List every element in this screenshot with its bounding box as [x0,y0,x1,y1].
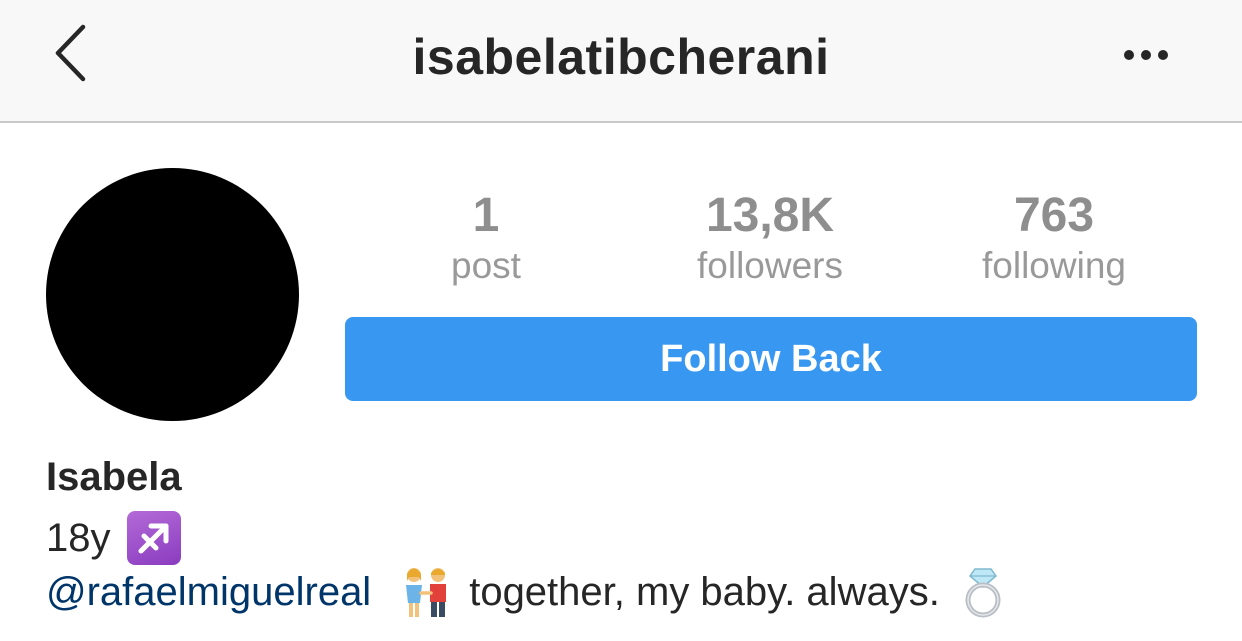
posts-label: post [451,245,521,286]
bio-text: together, my baby. always. [469,569,940,614]
age-text: 18y [46,515,111,560]
following-label: following [982,245,1126,286]
posts-stat[interactable]: 1 post [366,188,606,288]
avatar[interactable] [46,168,299,421]
followers-stat[interactable]: 13,8K followers [650,188,890,288]
follow-back-button[interactable]: Follow Back [345,317,1197,401]
more-horizontal-icon [1124,50,1168,60]
sagittarius-icon [126,511,181,565]
following-stat[interactable]: 763 following [934,188,1174,288]
more-options-button[interactable] [1110,30,1182,80]
profile-name: Isabela [46,455,182,499]
ring-icon [956,565,1010,619]
posts-count: 1 [472,189,500,242]
following-count: 763 [1013,189,1095,242]
mention-link[interactable]: @rafaelmiguelreal [46,570,371,615]
page-title: isabelatibcherani [412,29,830,85]
bio-line-age: 18y [46,510,181,566]
followers-label: followers [697,245,843,286]
followers-count: 13,8K [705,189,835,242]
bio-line-text: @rafaelmiguelreal together, my baby. alw… [46,562,1010,622]
couple-holding-hands-icon [401,565,451,619]
top-nav-bar: isabelatibcherani [0,0,1242,123]
